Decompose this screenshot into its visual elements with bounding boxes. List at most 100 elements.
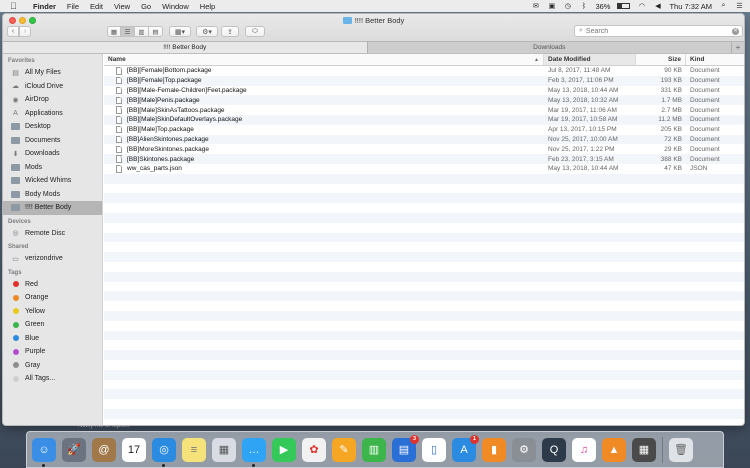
sidebar-item-tag[interactable]: Orange	[3, 291, 102, 305]
dock-glyph: …	[248, 443, 260, 456]
file-row[interactable]: [BB][Male]SkinDefaultOverlays.package Mar…	[104, 114, 744, 125]
list-view-button[interactable]: ☰	[121, 26, 135, 37]
sidebar-item-device[interactable]: ◎ Remote Disc	[3, 227, 102, 241]
share-button[interactable]: ⇪	[221, 26, 239, 37]
icon-view-button[interactable]: ▦	[107, 26, 121, 37]
display-status-icon[interactable]: ▣	[547, 2, 556, 10]
notification-center-icon[interactable]: ☰	[735, 2, 744, 10]
sidebar-item-tag[interactable]: Green	[3, 318, 102, 332]
search-input[interactable]	[585, 27, 726, 35]
empty-row	[104, 271, 744, 282]
battery-icon[interactable]	[617, 3, 631, 9]
menu-app-finder[interactable]: Finder	[33, 2, 56, 11]
sidebar-item-tag[interactable]: Purple	[3, 345, 102, 359]
menu-go[interactable]: Go	[141, 2, 151, 11]
menu-window[interactable]: Window	[162, 2, 189, 11]
dock-ibooks-icon[interactable]: ▮	[482, 437, 506, 462]
cover-flow-button[interactable]: ▤	[149, 26, 163, 37]
action-button[interactable]: ⚙▾	[196, 26, 218, 37]
file-row[interactable]: [BB][Male]SkinAsTattoos.package Mar 19, 2…	[104, 105, 744, 115]
column-header-date-modified[interactable]: Date Modified	[544, 54, 636, 65]
sidebar-item-favorite[interactable]: ◉ AirDrop	[3, 93, 102, 107]
dock-safari-icon[interactable]: ◎	[152, 437, 176, 467]
back-button[interactable]: ‹	[7, 26, 19, 37]
dock-notes-icon[interactable]: ≡	[182, 437, 206, 462]
file-row[interactable]: [BB][Male]Penis.package May 13, 2018, 10:…	[104, 95, 744, 106]
menubar-clock[interactable]: Thu 7:32 AM	[669, 2, 712, 11]
dock-vlc-icon[interactable]: ▲	[602, 437, 626, 462]
sidebar-item-favorite[interactable]: Wicked Whims	[3, 174, 102, 188]
edit-tags-button[interactable]: ⬭	[245, 26, 265, 37]
sidebar-item-favorite[interactable]: ⬇ Downloads	[3, 147, 102, 161]
sidebar-item-favorite[interactable]: A Applications	[3, 107, 102, 121]
dock-glyph: A	[460, 443, 468, 456]
sidebar-header-devices: Devices	[8, 218, 31, 225]
dock-messages-icon[interactable]: …	[242, 437, 266, 467]
dock-calculator-icon[interactable]: ▦	[632, 437, 656, 462]
dock-launchpad-icon[interactable]: 🚀	[62, 437, 86, 462]
sidebar-item-tag[interactable]: Blue	[3, 332, 102, 346]
sidebar-item-tag[interactable]: Red	[3, 278, 102, 292]
file-row[interactable]: [BB]MoreSkintones.package Nov 25, 2017, 1…	[104, 144, 744, 154]
menu-help[interactable]: Help	[200, 2, 215, 11]
column-view-button[interactable]: ▥	[135, 26, 149, 37]
menu-file[interactable]: File	[67, 2, 79, 11]
sidebar-item-tag[interactable]: Yellow	[3, 305, 102, 319]
column-header-kind[interactable]: Kind	[686, 54, 744, 65]
volume-icon[interactable]: ◀	[653, 2, 662, 10]
dock-keynote-icon[interactable]: ▤ 3	[392, 434, 419, 462]
dock-itunes-keynote-icon[interactable]: ▯	[422, 437, 446, 462]
wifi-icon[interactable]: ◠	[637, 2, 646, 10]
spotlight-search-icon[interactable]: ⌕	[719, 2, 728, 10]
dock-app-store-icon[interactable]: A1	[452, 434, 479, 462]
file-name: ww_cas_parts.json	[127, 165, 182, 173]
file-row[interactable]: [BB][Female]Top.package Feb 3, 2017, 11:0…	[104, 75, 744, 86]
file-row[interactable]: [BB]AlienSkintones.package Nov 25, 2017, …	[104, 134, 744, 145]
column-header-size[interactable]: Size	[636, 54, 686, 65]
sidebar-item-favorite[interactable]: ☁ iCloud Drive	[3, 80, 102, 94]
dock-itunes-icon[interactable]: ♫	[572, 437, 596, 462]
messages-status-icon[interactable]: ✉	[531, 2, 540, 10]
menu-view[interactable]: View	[114, 2, 130, 11]
menu-edit[interactable]: Edit	[90, 2, 103, 11]
tab-downloads[interactable]: Downloads	[366, 41, 731, 53]
file-row[interactable]: [BB][Male]Top.package Apr 13, 2017, 10:15…	[104, 125, 744, 135]
dock-preview-icon[interactable]: ▦	[212, 437, 236, 462]
sidebar-item-shared[interactable]: ▭ verizondrive	[3, 252, 102, 266]
dock-calendar-icon[interactable]: 17	[122, 437, 146, 462]
dock-system-preferences-icon[interactable]: ⚙	[512, 437, 536, 462]
sidebar-item-tag[interactable]: All Tags...	[3, 372, 102, 386]
dock-photos-icon[interactable]: ✿	[302, 437, 326, 462]
sidebar-item-tag[interactable]: Gray	[3, 359, 102, 373]
bluetooth-icon[interactable]: ᛒ	[579, 2, 588, 10]
column-header-name[interactable]: Name ▲	[104, 54, 544, 65]
dock-glyph: ☺	[38, 443, 50, 456]
dock-pages-icon[interactable]: ✎	[332, 437, 356, 462]
search-field[interactable]: ⌕ ✕	[574, 25, 743, 37]
sidebar-item-label: Desktop	[25, 123, 51, 131]
file-row[interactable]: [BB]Skintones.package Feb 23, 2017, 3:15 …	[104, 154, 744, 164]
file-row[interactable]: [BB][Female]Bottom.package Jul 8, 2017, 1…	[104, 66, 744, 76]
forward-button[interactable]: ›	[19, 26, 31, 37]
time-machine-icon[interactable]: ◷	[563, 2, 572, 10]
dock-contacts-icon[interactable]: @	[92, 437, 116, 462]
sidebar-item-favorite[interactable]: !!!! Better Body	[3, 201, 102, 215]
dock-finder-icon[interactable]: ☺	[32, 437, 56, 467]
apple-menu-icon[interactable]: 	[10, 0, 22, 12]
file-row[interactable]: ww_cas_parts.json May 13, 2018, 10:44 AM 4…	[104, 164, 744, 174]
dock-facetime-icon[interactable]: ▶	[272, 437, 296, 462]
sidebar-item-favorite[interactable]: ▤ All My Files	[3, 66, 102, 80]
sidebar-item-favorite[interactable]: Desktop	[3, 120, 102, 134]
sidebar-item-favorite[interactable]: Mods	[3, 161, 102, 175]
dock-trash-icon[interactable]: 🗑	[669, 437, 693, 462]
dock-numbers-icon[interactable]: ▥	[362, 437, 386, 462]
sidebar-item-favorite[interactable]: Body Mods	[3, 188, 102, 202]
new-tab-button[interactable]: +	[731, 41, 744, 53]
arrange-button[interactable]: ▦▾	[169, 26, 191, 37]
tab-better-body[interactable]: !!!! Better Body	[3, 41, 367, 53]
clear-search-icon[interactable]: ✕	[732, 28, 739, 35]
dock-quicktime-icon[interactable]: Q	[542, 437, 566, 462]
sidebar-item-label: Orange	[25, 294, 49, 302]
file-row[interactable]: [BB][Male-Female-Children]Feet.package Ma…	[104, 86, 744, 96]
sidebar-item-favorite[interactable]: Documents	[3, 134, 102, 148]
